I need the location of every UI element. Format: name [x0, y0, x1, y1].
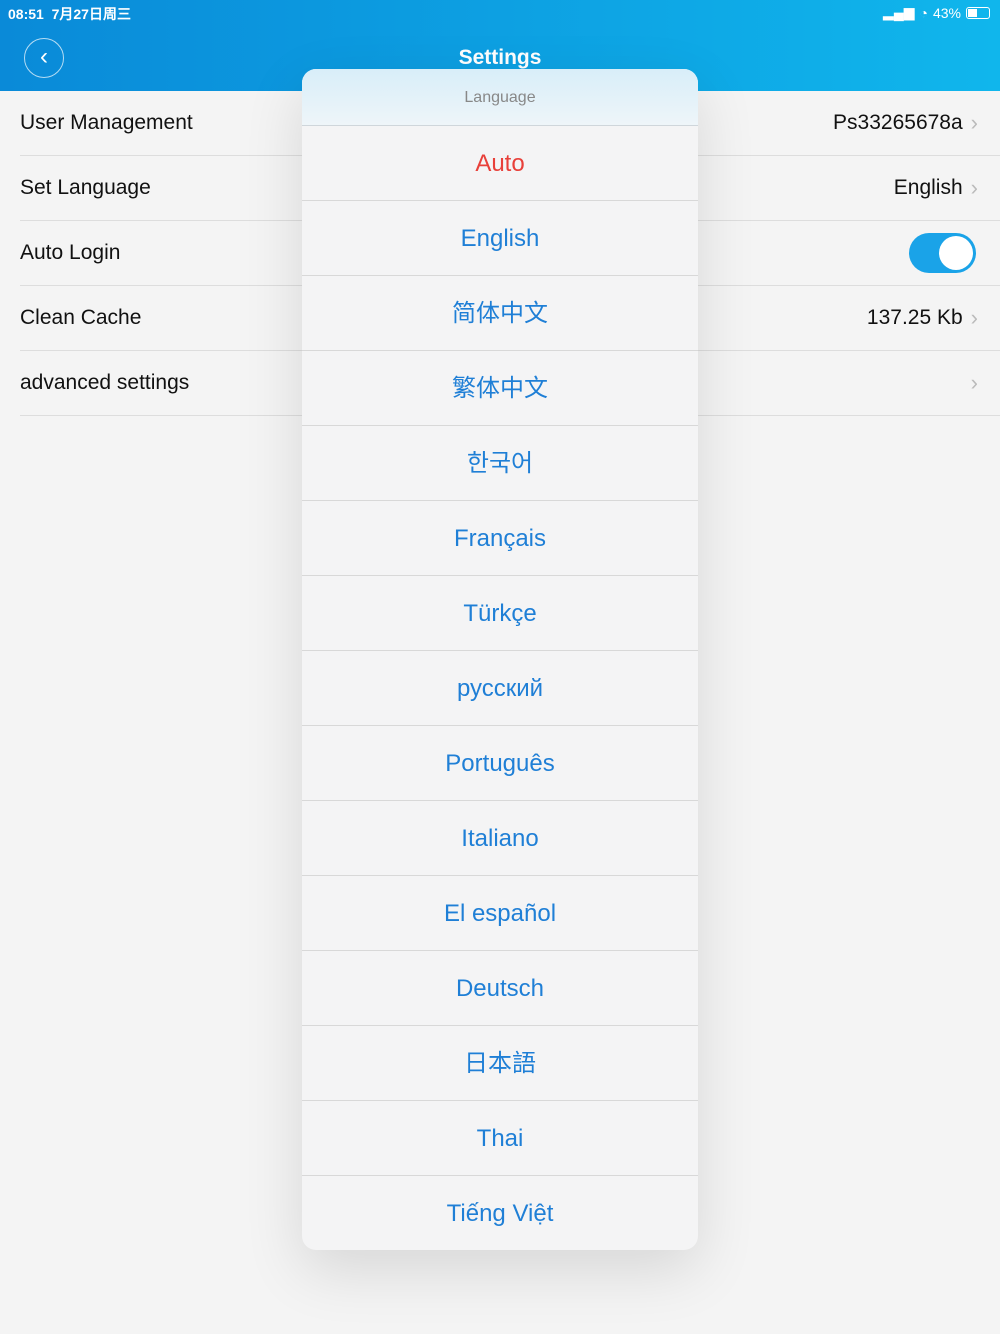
signal-icon: ▂▄▆ [883, 4, 915, 20]
language-option[interactable]: Türkçe [302, 576, 698, 651]
language-option[interactable]: Português [302, 726, 698, 801]
wifi-icon: ◔ [919, 4, 928, 21]
row-value: 137.25 Kb [866, 306, 963, 329]
language-option[interactable]: русский [302, 651, 698, 726]
language-option[interactable]: Auto [302, 126, 698, 201]
row-label: Set Language [20, 176, 151, 199]
row-value: Ps33265678a [833, 111, 963, 134]
language-option[interactable]: 한국어 [302, 426, 698, 501]
language-option[interactable]: Deutsch [302, 951, 698, 1026]
language-option[interactable]: 简体中文 [302, 276, 698, 351]
language-option[interactable]: Italiano [302, 801, 698, 876]
chevron-right-icon: › [970, 370, 978, 395]
row-label: User Management [20, 111, 193, 134]
date: 7月27日周三 [51, 6, 131, 22]
language-option[interactable]: Français [302, 501, 698, 576]
language-option[interactable]: English [302, 201, 698, 276]
battery-icon [966, 6, 990, 19]
language-popup: Language Auto English 简体中文 繁体中文 한국어 Français T… [302, 69, 698, 1250]
popup-title: Language [302, 69, 698, 126]
language-option[interactable]: 日本語 [302, 1026, 698, 1101]
language-option[interactable]: 繁体中文 [302, 351, 698, 426]
page-title: Settings [458, 46, 542, 69]
status-indicators: ▂▄▆ ◔ 43% [883, 4, 990, 21]
chevron-right-icon: › [970, 110, 978, 135]
row-value: English [893, 176, 963, 199]
auto-login-toggle[interactable] [909, 233, 976, 273]
row-label: Auto Login [20, 241, 121, 264]
chevron-right-icon: › [970, 305, 978, 330]
language-option[interactable]: Tiếng Việt [302, 1176, 698, 1250]
row-label: Clean Cache [20, 306, 142, 329]
language-option[interactable]: El español [302, 876, 698, 951]
status-time: 08:51 7月27日周三 [8, 4, 131, 24]
battery-percent: 43% [932, 4, 961, 21]
row-label: advanced settings [20, 371, 190, 394]
language-option[interactable]: Thai [302, 1101, 698, 1176]
time: 08:51 [8, 6, 44, 22]
chevron-right-icon: › [970, 175, 978, 200]
